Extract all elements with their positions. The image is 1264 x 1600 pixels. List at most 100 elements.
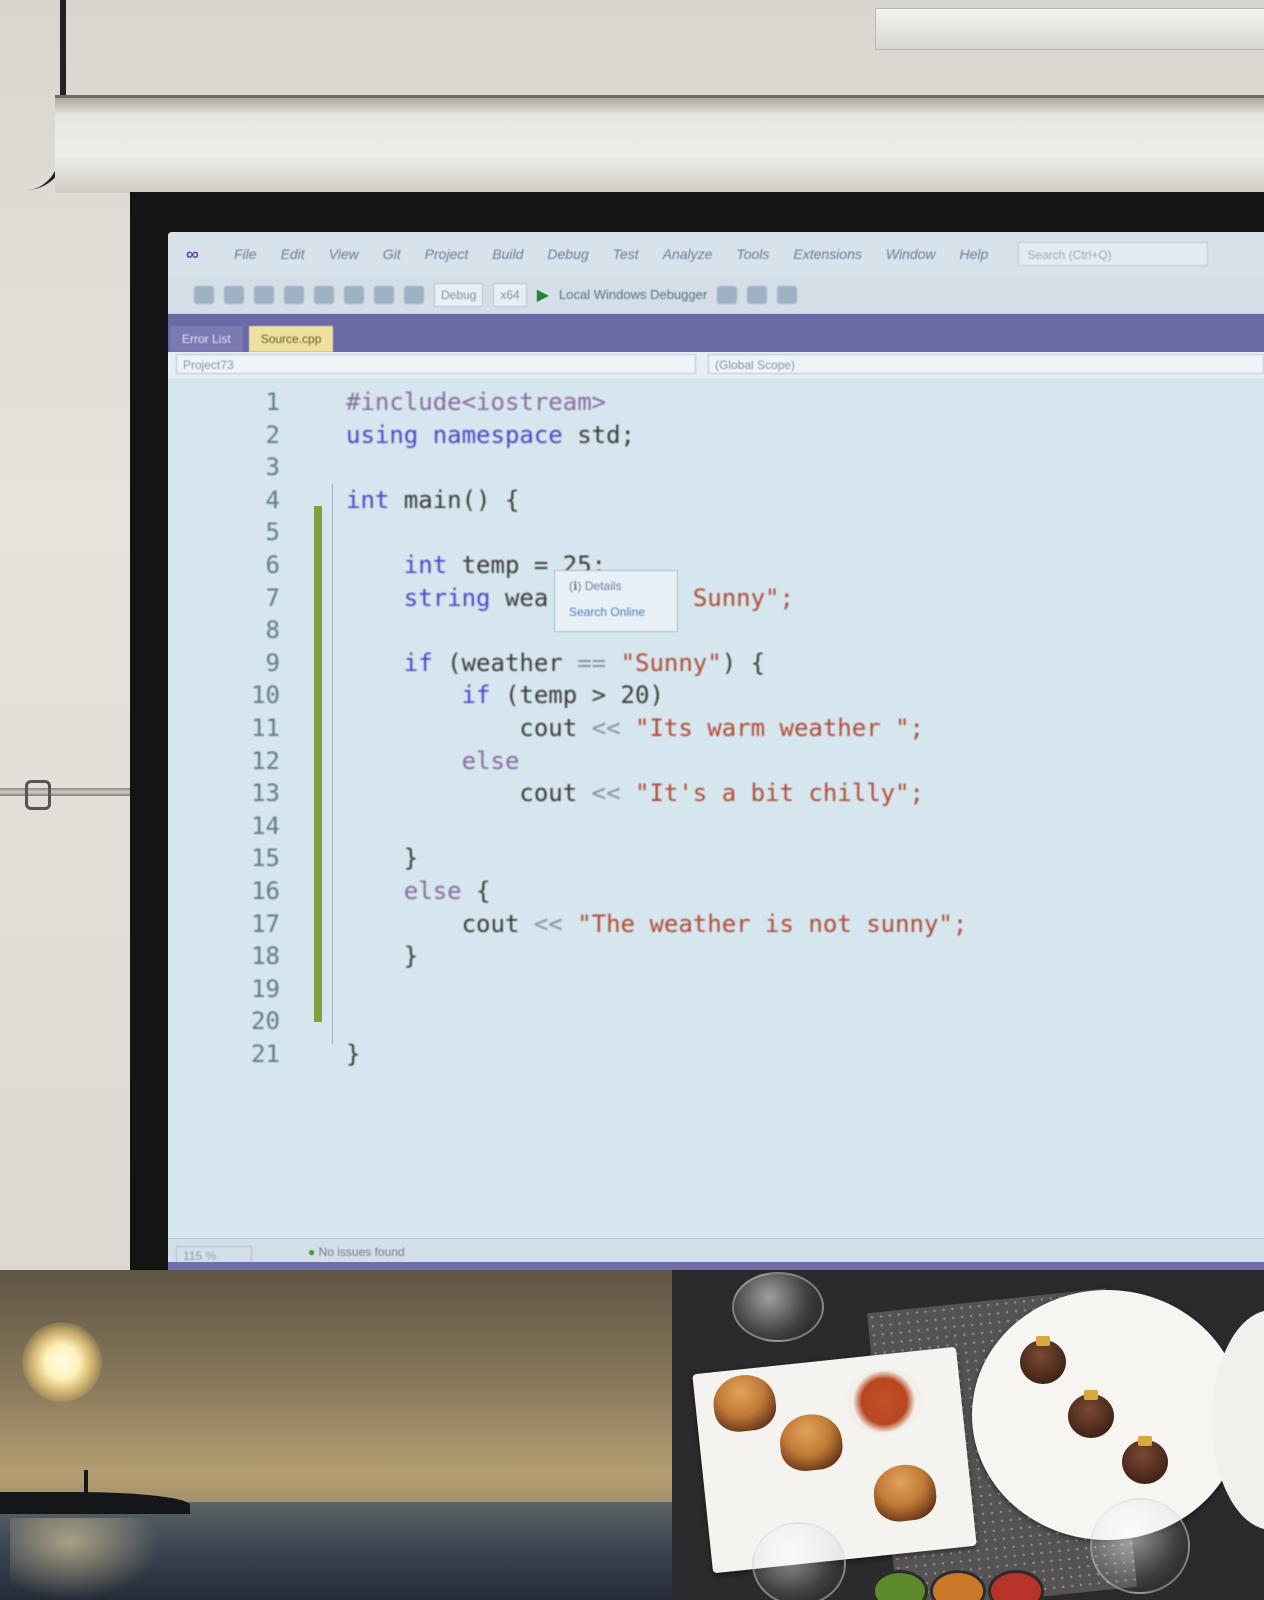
code-token: "Its warm weather ";	[635, 714, 924, 742]
code-token: "It's a bit chilly";	[635, 779, 924, 808]
redo-icon[interactable]	[404, 285, 424, 304]
water-glass	[1090, 1498, 1190, 1594]
code-editor[interactable]: 1 #include<iostream> 2 using namespace std;…	[168, 378, 1264, 1238]
code-text[interactable]: else {	[346, 875, 491, 907]
save-icon[interactable]	[314, 285, 334, 304]
code-token: else	[346, 746, 520, 775]
water-glass	[752, 1522, 846, 1600]
menu-analyze[interactable]: Analyze	[663, 246, 713, 262]
start-debugger-button[interactable]: Local Windows Debugger	[559, 287, 707, 302]
sun-reflection	[10, 1518, 160, 1600]
project-dropdown[interactable]: Project73	[176, 354, 696, 374]
quick-info-details[interactable]: (ℹ) Details	[569, 579, 622, 593]
code-line[interactable]: 6 int temp = 25;	[168, 549, 1264, 581]
menu-tools[interactable]: Tools	[736, 246, 769, 262]
platform-dropdown[interactable]: x64	[493, 282, 527, 307]
code-text[interactable]: }	[346, 842, 418, 874]
menu-debug[interactable]: Debug	[547, 246, 588, 262]
projector-photo: ∞ File Edit View Git Project Build Debug…	[0, 0, 1264, 1270]
search-input[interactable]: Search (Ctrl+Q)	[1018, 242, 1209, 266]
play-icon[interactable]: ▶	[537, 285, 549, 305]
breakwater	[0, 1492, 190, 1514]
configuration-dropdown[interactable]: Debug	[434, 282, 484, 307]
code-text[interactable]: }	[346, 940, 418, 972]
line-number: 6	[265, 551, 280, 579]
code-text[interactable]: cout << "It's a bit chilly";	[346, 777, 924, 809]
menu-view[interactable]: View	[329, 246, 359, 262]
menu-extensions[interactable]: Extensions	[793, 246, 861, 262]
visual-studio-logo-icon: ∞	[186, 244, 199, 264]
menu-project[interactable]: Project	[425, 246, 469, 262]
issues-status: ● No issues found	[308, 1245, 405, 1259]
run-without-debug-icon[interactable]	[717, 285, 738, 304]
code-text[interactable]: if (weather == "Sunny") {	[346, 647, 765, 679]
code-token: (temp > 20)	[504, 681, 664, 710]
code-token: int	[346, 551, 462, 579]
dessert	[1068, 1394, 1114, 1438]
menu-build[interactable]: Build	[492, 246, 523, 262]
scope-dropdown[interactable]: (Global Scope)	[708, 354, 1264, 374]
code-line[interactable]: 20	[168, 1005, 1264, 1037]
code-line[interactable]: 8	[168, 614, 1264, 646]
toolbar-misc-icon[interactable]	[777, 285, 798, 304]
code-text[interactable]: cout << "Its warm weather ";	[346, 712, 924, 744]
line-number: 8	[265, 616, 280, 645]
code-line[interactable]: 18 }	[168, 940, 1264, 972]
code-line[interactable]: 11 cout << "Its warm weather ";	[168, 712, 1264, 744]
undo-icon[interactable]	[374, 285, 394, 304]
menu-git[interactable]: Git	[383, 246, 401, 262]
code-line[interactable]: 4 int main() {	[168, 484, 1264, 516]
sunset-photo	[0, 1270, 672, 1600]
code-line[interactable]: 14	[168, 810, 1264, 842]
code-text[interactable]: else	[346, 745, 520, 777]
code-line[interactable]: 5	[168, 516, 1264, 548]
code-line[interactable]: 17 cout << "The weather is not sunny";	[168, 908, 1264, 940]
code-line[interactable]: 19	[168, 973, 1264, 1005]
tab-source-cpp[interactable]: Source.cpp	[248, 326, 334, 352]
save-all-icon[interactable]	[344, 285, 364, 304]
back-icon[interactable]	[194, 285, 214, 304]
code-line[interactable]: 1 #include<iostream>	[168, 386, 1264, 418]
menu-test[interactable]: Test	[613, 246, 639, 262]
code-text[interactable]: }	[346, 1038, 360, 1070]
code-line[interactable]: 10 if (temp > 20)	[168, 679, 1264, 711]
line-number: 16	[251, 877, 280, 905]
code-line[interactable]: 7 string wea Sunny";	[168, 582, 1264, 614]
code-line[interactable]: 21}	[168, 1038, 1264, 1070]
code-text[interactable]: cout << "The weather is not sunny";	[346, 908, 968, 940]
line-number: 17	[251, 909, 280, 938]
code-line[interactable]: 2 using namespace std;	[168, 419, 1264, 451]
code-text[interactable]: if (temp > 20)	[346, 679, 664, 711]
line-number: 1	[265, 388, 280, 416]
code-text[interactable]: #include<iostream>	[346, 386, 606, 418]
code-line[interactable]: 3	[168, 451, 1264, 483]
code-text[interactable]: using namespace std;	[346, 419, 635, 451]
tab-error-list[interactable]: Error List	[170, 326, 243, 352]
code-line[interactable]: 12 else	[168, 745, 1264, 777]
line-number: 14	[251, 811, 280, 840]
menu-help[interactable]: Help	[960, 246, 989, 262]
code-line[interactable]: 13 cout << "It's a bit chilly";	[168, 777, 1264, 809]
hot-reload-icon[interactable]	[747, 285, 768, 304]
menu-window[interactable]: Window	[886, 246, 936, 262]
line-number: 9	[265, 648, 280, 677]
side-plate	[1212, 1310, 1264, 1530]
water-glass	[732, 1272, 824, 1342]
code-token: ) {	[721, 648, 766, 677]
code-token: ==	[577, 648, 621, 677]
screen-housing	[55, 95, 1264, 193]
open-icon[interactable]	[284, 285, 304, 304]
code-token: }	[346, 844, 419, 873]
code-line[interactable]: 16 else {	[168, 875, 1264, 907]
code-line[interactable]: 15 }	[168, 842, 1264, 874]
code-text[interactable]: int main() {	[346, 484, 519, 516]
line-number: 21	[251, 1040, 280, 1068]
new-item-icon[interactable]	[254, 285, 274, 304]
forward-icon[interactable]	[224, 285, 244, 304]
search-online-link[interactable]: Search Online	[569, 605, 645, 619]
code-line[interactable]: 9 if (weather == "Sunny") {	[168, 647, 1264, 679]
code-token: <<	[591, 714, 635, 742]
menu-edit[interactable]: Edit	[281, 246, 305, 262]
menu-bar: ∞ File Edit View Git Project Build Debug…	[168, 232, 1264, 276]
menu-file[interactable]: File	[234, 246, 257, 262]
